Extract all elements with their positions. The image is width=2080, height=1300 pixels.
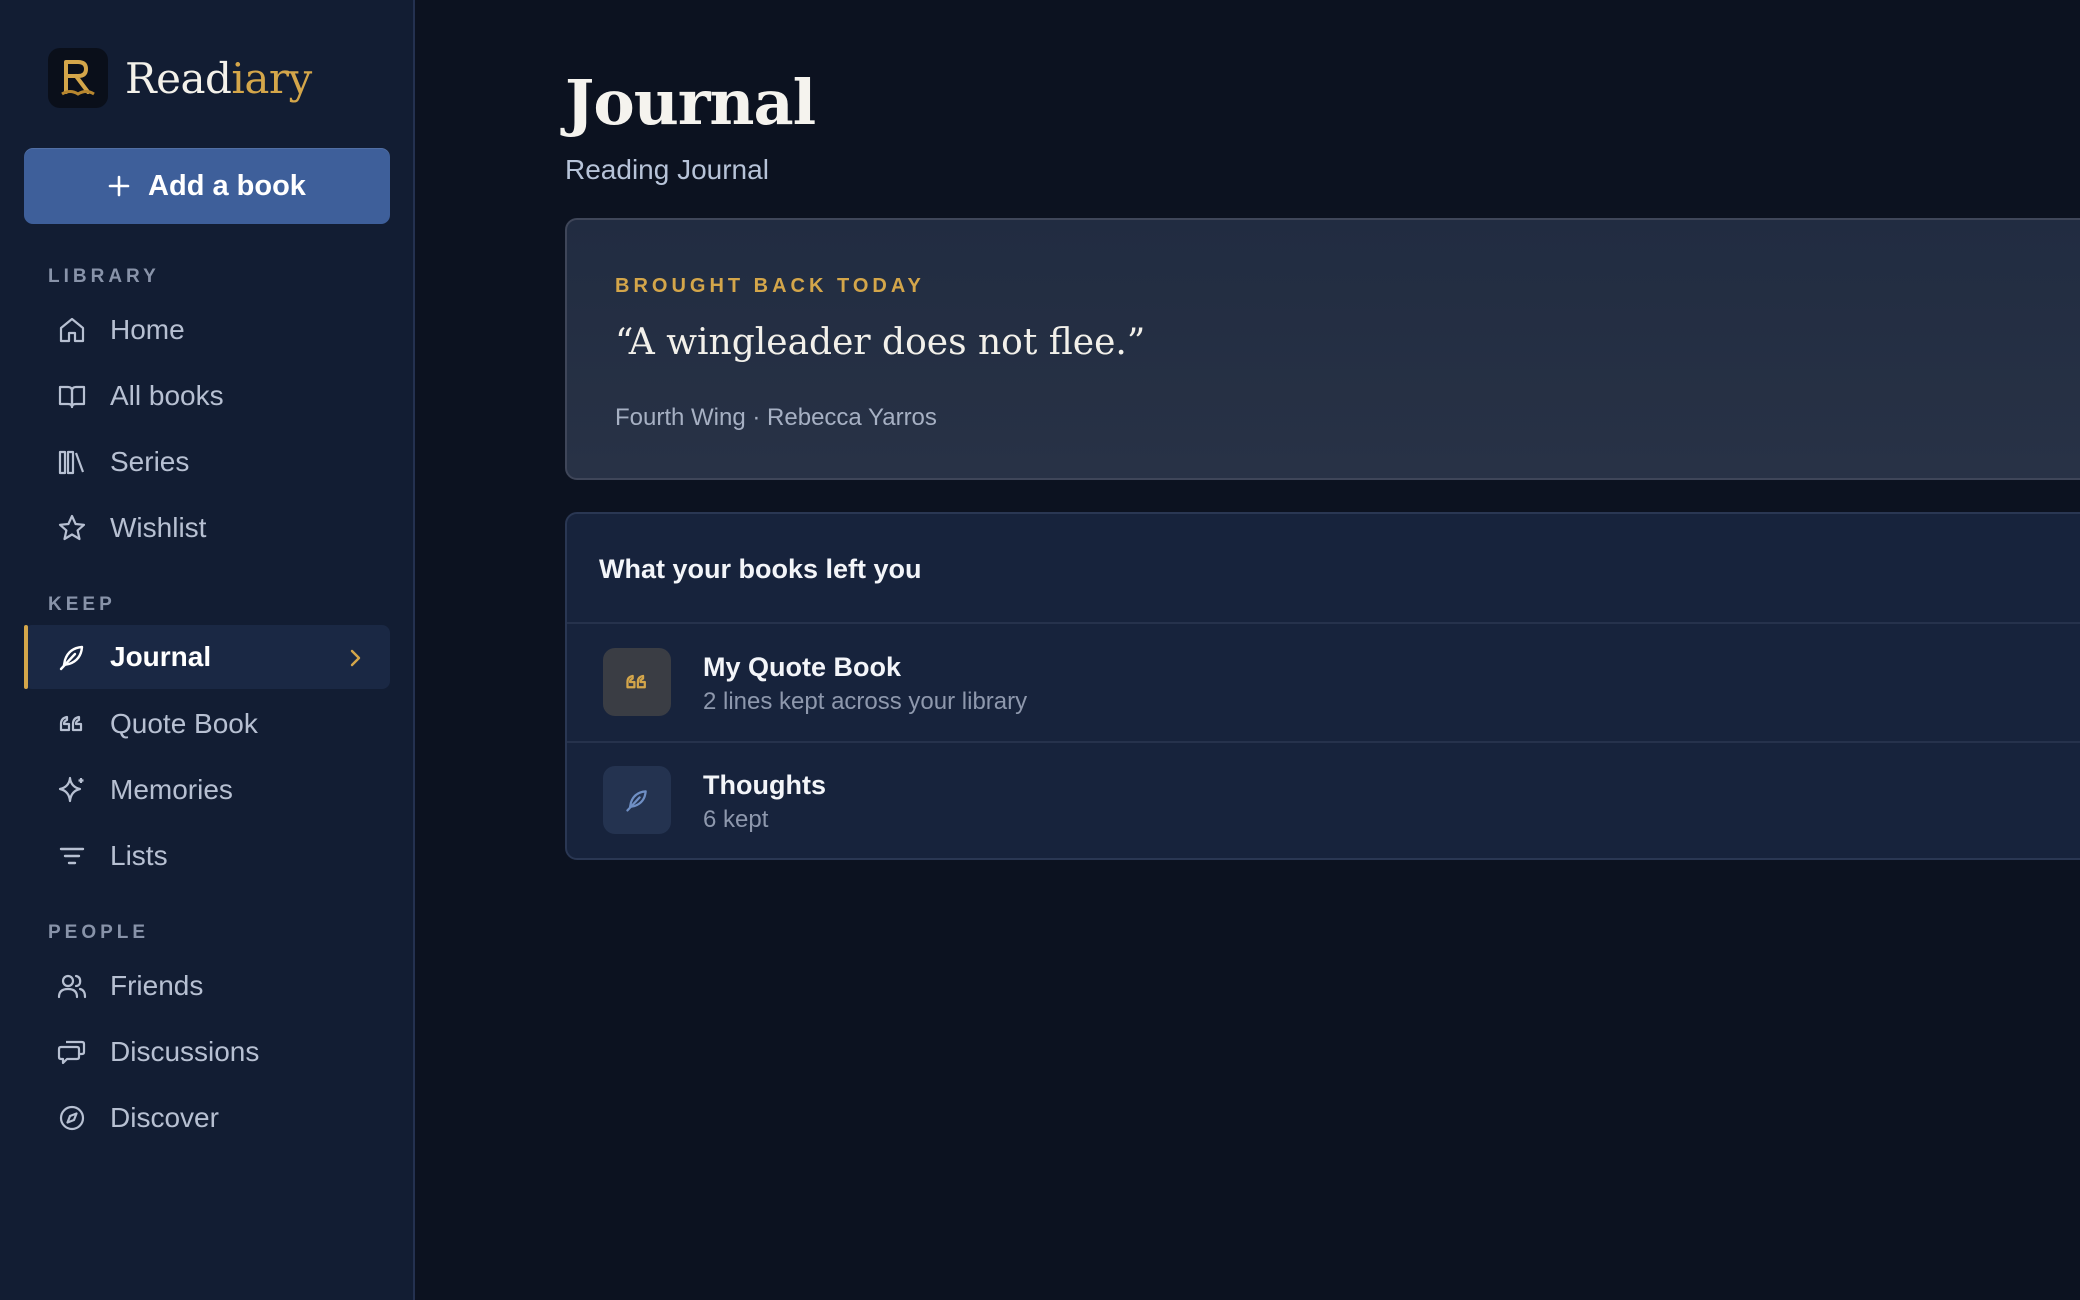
page-subtitle: Reading Journal: [565, 154, 769, 185]
sidebar-item-label: Journal: [110, 641, 212, 672]
sidebar-item-label: Friends: [110, 970, 204, 1001]
quote-source: Fourth Wing · Rebecca Yarros: [615, 404, 937, 431]
sidebar-item-wishlist[interactable]: Wishlist: [24, 496, 390, 560]
sidebar-item-friends[interactable]: Friends: [24, 954, 390, 1018]
sidebar-item-label: Lists: [110, 840, 168, 871]
brought-back-today-card[interactable]: BROUGHT BACK TODAY “A wingleader does no…: [565, 218, 2080, 480]
sidebar-item-label: Discover: [110, 1102, 219, 1133]
brand[interactable]: Readiary: [48, 48, 312, 108]
logo-icon: [48, 48, 108, 108]
main-content: Journal Reading Journal BROUGHT BACK TOD…: [415, 0, 2080, 1300]
plus-icon: [108, 175, 130, 197]
chevron-right-icon: [344, 645, 366, 677]
sidebar-item-home[interactable]: Home: [24, 298, 390, 362]
filter-lines-icon: [52, 836, 92, 876]
sidebar-item-memories[interactable]: Memories: [24, 758, 390, 822]
sidebar-item-discover[interactable]: Discover: [24, 1086, 390, 1150]
sidebar-item-quote-book[interactable]: Quote Book: [24, 692, 390, 756]
sparkle-icon: [52, 770, 92, 810]
sidebar-item-label: Series: [110, 446, 190, 477]
section-label-library: LIBRARY: [48, 266, 160, 287]
users-icon: [52, 966, 92, 1006]
series-icon: [52, 442, 92, 482]
home-icon: [52, 310, 92, 350]
add-book-label: Add a book: [148, 169, 306, 202]
add-book-button[interactable]: Add a book: [24, 148, 390, 224]
featured-quote: “A wingleader does not flee.”: [615, 322, 1146, 363]
star-icon: [52, 508, 92, 548]
page-title: Journal: [565, 66, 816, 139]
sidebar-item-all-books[interactable]: All books: [24, 364, 390, 428]
feather-icon: [52, 637, 92, 677]
app: Readiary Add a book LIBRARY Home All boo…: [0, 0, 2080, 1300]
books-left-you-card: What your books left you My Quote Book 2…: [565, 512, 2080, 860]
sidebar-item-lists[interactable]: Lists: [24, 824, 390, 888]
list-item-quote-book[interactable]: My Quote Book 2 lines kept across your l…: [567, 624, 2080, 740]
open-book-icon: [52, 376, 92, 416]
list-item-title: My Quote Book: [703, 652, 902, 682]
section-label-keep: KEEP: [48, 594, 116, 615]
card-title: What your books left you: [599, 554, 922, 584]
list-item-subtitle: 2 lines kept across your library: [703, 688, 1028, 715]
list-item-subtitle: 6 kept: [703, 806, 769, 833]
list-item-thoughts[interactable]: Thoughts 6 kept: [567, 742, 2080, 858]
sidebar: Readiary Add a book LIBRARY Home All boo…: [0, 0, 415, 1300]
sidebar-item-discussions[interactable]: Discussions: [24, 1020, 390, 1084]
list-item-title: Thoughts: [703, 770, 826, 800]
sidebar-item-series[interactable]: Series: [24, 430, 390, 494]
quote-icon: [603, 648, 671, 716]
feather-icon: [603, 766, 671, 834]
card-eyebrow: BROUGHT BACK TODAY: [615, 275, 925, 297]
section-label-people: PEOPLE: [48, 922, 150, 943]
sidebar-item-journal[interactable]: Journal: [24, 625, 390, 689]
sidebar-item-label: Quote Book: [110, 708, 258, 739]
chat-bubbles-icon: [52, 1032, 92, 1072]
sidebar-item-label: All books: [110, 380, 224, 411]
sidebar-item-label: Wishlist: [110, 512, 207, 543]
sidebar-item-label: Home: [110, 314, 185, 345]
compass-icon: [52, 1098, 92, 1138]
quote-icon: [52, 704, 92, 744]
sidebar-item-label: Discussions: [110, 1036, 260, 1067]
sidebar-item-label: Memories: [110, 774, 233, 805]
brand-name: Readiary: [125, 53, 312, 103]
